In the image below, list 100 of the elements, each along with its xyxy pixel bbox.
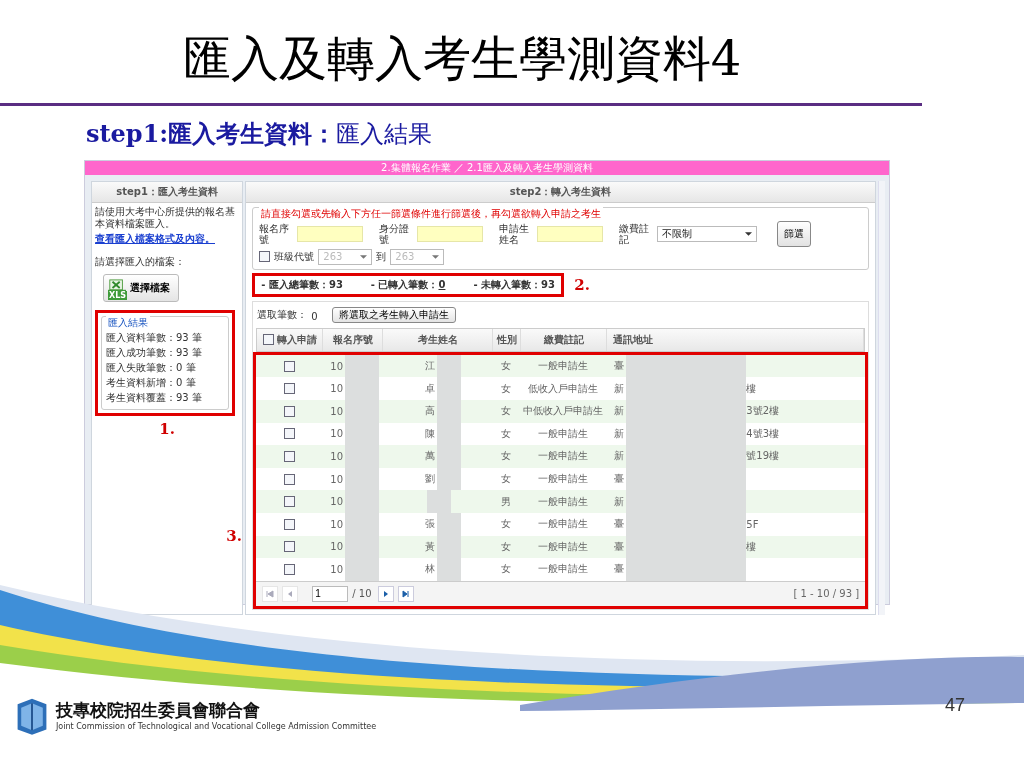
previous-icon — [286, 589, 295, 598]
table-cell: 5F — [746, 518, 759, 530]
table-cell: 高 — [425, 404, 436, 419]
table-cell: 10 — [330, 383, 343, 395]
table-cell: 江 — [425, 359, 436, 374]
page-total: / 10 — [352, 588, 372, 600]
column-header: 考生姓名 — [417, 332, 458, 347]
table-cell: 10 — [330, 541, 343, 553]
table-cell: 臺 — [614, 359, 625, 374]
instructions-text: 請使用大考中心所提供的報名基本資料檔案匯入。 — [95, 205, 236, 230]
table-cell: 10 — [330, 428, 343, 440]
input-field[interactable] — [417, 225, 484, 242]
slide-heading: step1:匯入考生資料：匯入結果 — [86, 120, 434, 149]
slide-title: 匯入及轉入考生學測資料4 — [182, 29, 742, 88]
column-header: 繳費註記 — [543, 332, 584, 347]
table-cell: 10 — [330, 473, 343, 485]
table-cell: 卓 — [425, 381, 436, 396]
table-cell: 女 — [501, 404, 512, 419]
table-cell: 10 — [330, 450, 343, 462]
checkbox[interactable] — [283, 405, 295, 417]
table-cell: 一般申請生 — [538, 426, 589, 441]
page-range: [ 1 - 10 / 93 ] — [793, 588, 860, 600]
caret-icon — [360, 254, 368, 259]
checkbox[interactable] — [283, 360, 295, 372]
last-page-button[interactable] — [397, 585, 414, 602]
last-page-icon — [401, 589, 410, 598]
table-cell: 陳 — [425, 426, 436, 441]
fee-select[interactable]: 不限制 — [657, 225, 758, 242]
annotation-label: 1. — [159, 419, 175, 438]
format-link[interactable]: 查看匯入檔案格式及內容。 — [95, 231, 215, 246]
table-cell: 張 — [425, 517, 436, 532]
results-legend: 匯入結果 — [106, 315, 150, 330]
annotation-label: 2. — [574, 275, 590, 294]
field-label: 報名序號 — [259, 222, 291, 245]
table-cell: 樓 — [746, 539, 757, 554]
redaction-block — [437, 354, 462, 378]
table-cell: 10 — [330, 496, 343, 508]
table-cell: 女 — [501, 472, 512, 487]
first-page-icon — [266, 589, 275, 598]
table-cell: 劉 — [425, 472, 436, 487]
table-cell: 新 — [614, 381, 625, 396]
scrollbar[interactable] — [878, 180, 885, 615]
table-cell: 10 — [330, 405, 343, 417]
selected-count: 0 — [311, 310, 318, 322]
page-input[interactable]: 1 — [312, 585, 349, 602]
result-line: 匯入成功筆數：93 筆 — [106, 345, 203, 360]
transfer-button[interactable]: 將選取之考生轉入申請生 — [331, 306, 456, 323]
choose-file-button[interactable]: XLS 選擇檔案 — [103, 273, 179, 302]
table-cell: 一般申請生 — [538, 472, 589, 487]
table-cell: 一般申請生 — [538, 494, 589, 509]
table-cell: 臺 — [614, 472, 625, 487]
table-cell: 4號3樓 — [746, 426, 779, 441]
table-cell: 中低收入戶申請生 — [523, 404, 604, 419]
column-header: 性別 — [496, 332, 517, 347]
table-cell: 女 — [501, 562, 512, 577]
step-tab[interactable]: step2：轉入考生資料 — [246, 181, 876, 203]
checkbox[interactable] — [283, 428, 295, 440]
annotation-label: 3. — [226, 526, 242, 545]
checkbox[interactable] — [283, 473, 295, 485]
field-label: 身分證號 — [379, 222, 411, 245]
checkbox[interactable] — [283, 563, 295, 575]
result-line: 匯入失敗筆數：0 筆 — [106, 360, 197, 375]
next-page-button[interactable] — [377, 585, 394, 602]
table-cell: 一般申請生 — [538, 517, 589, 532]
checkbox[interactable] — [283, 450, 295, 462]
table-cell: 號19樓 — [746, 449, 779, 464]
step-tab[interactable]: step1：匯入考生資料 — [92, 181, 243, 203]
table-cell: 10 — [330, 518, 343, 530]
count-text: - 匯入總筆數：93 — [261, 277, 343, 292]
table-cell: 新 — [614, 404, 625, 419]
checkbox[interactable] — [283, 383, 295, 395]
input-field[interactable] — [537, 225, 604, 242]
table-cell: 萬 — [425, 449, 436, 464]
checkbox[interactable] — [283, 496, 295, 508]
checkbox[interactable] — [259, 251, 271, 263]
table-cell: 樓 — [746, 381, 757, 396]
checkbox-label: 班級代號 — [274, 249, 315, 264]
organization-name: 技專校院招生委員會聯合會 — [56, 698, 261, 722]
table-cell: 一般申請生 — [538, 449, 589, 464]
table-cell: 女 — [501, 359, 512, 374]
filter-button[interactable]: 篩選 — [777, 220, 812, 247]
table-cell: 低收入戶申請生 — [528, 381, 599, 396]
table-cell: 女 — [501, 517, 512, 532]
next-icon — [381, 589, 390, 598]
column-header: 報名序號 — [332, 332, 373, 347]
filter-legend: 請直接勾選或先輸入下方任一篩選條件進行篩選後，再勾選欲轉入申請之考生 — [259, 206, 604, 221]
table-cell: 女 — [501, 426, 512, 441]
checkbox[interactable] — [283, 541, 295, 553]
table-cell: 新 — [614, 449, 625, 464]
table-cell: 新 — [614, 426, 625, 441]
checkbox[interactable] — [283, 518, 295, 530]
checkbox[interactable] — [262, 334, 274, 346]
field-label: 申請生姓名 — [499, 222, 531, 245]
caret-icon — [432, 254, 440, 259]
table-cell: 女 — [501, 449, 512, 464]
table-cell: 男 — [501, 494, 512, 509]
table-cell: 臺 — [614, 517, 625, 532]
to-label: 到 — [376, 249, 387, 264]
table-cell: 10 — [330, 360, 343, 372]
input-field[interactable] — [297, 225, 364, 242]
